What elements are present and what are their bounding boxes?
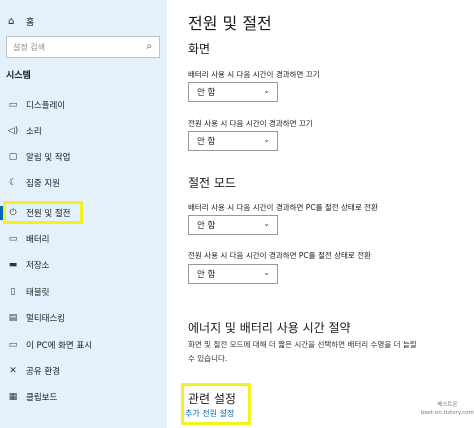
home-icon: ⌂	[8, 15, 15, 27]
chevron-down-icon: ⌄	[263, 135, 270, 144]
watermark-line: 베스트온	[437, 402, 458, 408]
screen-plugged-label: 전원 사용 시 다음 시간이 경과하면 끄기	[188, 119, 313, 128]
dropdown-value: 안 함	[197, 88, 216, 98]
sidebar: ⌂ 홈 설정 검색 ⌕ 시스템 ▭ 디스플레이 ◁) 소리 ▢ 알림 및 작업 …	[0, 0, 167, 428]
power-item-highlight	[3, 201, 83, 224]
sidebar-item-sound[interactable]: ◁) 소리	[0, 120, 167, 142]
sidebar-item-label: 집중 지원	[26, 179, 60, 189]
energy-description: 화면 및 절전 모드에 대해 더 짧은 시간을 선택하면 배터리 수명을 더 늘…	[188, 338, 450, 366]
sidebar-item-label: 이 PC에 화면 표시	[26, 341, 93, 351]
chevron-down-icon: ⌄	[263, 219, 270, 228]
sidebar-item-label: 디스플레이	[26, 101, 66, 111]
sidebar-item-label: 알림 및 작업	[26, 153, 71, 163]
sleep-plugged-label: 전원 사용 시 다음 시간이 경과하면 PC를 절전 상태로 전환	[188, 251, 372, 260]
watermark-line: best-on.tistory.com	[421, 410, 474, 416]
sidebar-home[interactable]: ⌂ 홈	[8, 14, 34, 28]
sidebar-item-multitasking[interactable]: ▤ 멀티태스킹	[0, 307, 167, 329]
sidebar-item-label: 소리	[26, 127, 42, 137]
sidebar-item-label: 저장소	[26, 261, 50, 271]
related-settings-highlight	[181, 383, 251, 425]
focus-assist-icon: ☾	[8, 178, 18, 188]
search-input[interactable]: 설정 검색	[13, 42, 45, 53]
screen-plugged-dropdown[interactable]: 안 함 ⌄	[188, 131, 278, 151]
sidebar-item-display[interactable]: ▭ 디스플레이	[0, 94, 167, 116]
chevron-down-icon: ⌄	[263, 86, 270, 95]
shared-experiences-icon: ✕	[9, 366, 17, 376]
sound-icon: ◁)	[7, 126, 19, 136]
chevron-down-icon: ⌄	[263, 268, 270, 277]
sidebar-item-battery[interactable]: ▭ 배터리	[0, 228, 167, 250]
display-icon: ▭	[8, 100, 18, 110]
battery-icon: ▭	[8, 234, 18, 244]
sidebar-item-project[interactable]: ▭ 이 PC에 화면 표시	[0, 334, 167, 356]
sidebar-item-clipboard[interactable]: ▦ 클립보드	[0, 386, 167, 408]
sidebar-item-notifications[interactable]: ▢ 알림 및 작업	[0, 146, 167, 168]
tablet-icon: ▯	[10, 287, 16, 297]
sleep-plugged-dropdown[interactable]: 안 함 ⌄	[188, 264, 278, 284]
notifications-icon: ▢	[8, 152, 18, 162]
sleep-heading: 절전 모드	[188, 176, 236, 190]
sidebar-item-label: 클립보드	[26, 393, 58, 403]
sidebar-item-label: 공유 환경	[26, 367, 60, 377]
sidebar-item-label: 배터리	[26, 235, 50, 245]
energy-heading: 에너지 및 배터리 사용 시간 절약	[188, 321, 351, 335]
dropdown-value: 안 함	[197, 270, 216, 280]
sidebar-item-label: 멀티태스킹	[26, 314, 66, 324]
sidebar-item-focus-assist[interactable]: ☾ 집중 지원	[0, 172, 167, 194]
dropdown-value: 안 함	[197, 221, 216, 231]
page-title: 전원 및 절전	[188, 14, 272, 33]
sleep-battery-label: 배터리 사용 시 다음 시간이 경과하면 PC를 절전 상태로 전환	[188, 203, 378, 212]
energy-description-line: 수 있습니다.	[188, 354, 228, 363]
dropdown-value: 안 함	[197, 137, 216, 147]
energy-description-line: 화면 및 절전 모드에 대해 더 짧은 시간을 선택하면 배터리 수명을 더 늘…	[188, 340, 417, 349]
sidebar-item-shared-experiences[interactable]: ✕ 공유 환경	[0, 360, 167, 382]
sidebar-item-tablet[interactable]: ▯ 태블릿	[0, 281, 167, 303]
main-content: 전원 및 절전 화면 배터리 사용 시 다음 시간이 경과하면 끄기 안 함 ⌄…	[167, 0, 474, 428]
search-icon: ⌕	[146, 41, 152, 52]
search-box[interactable]: 설정 검색 ⌕	[6, 36, 160, 58]
sidebar-item-storage[interactable]: ▬ 저장소	[0, 254, 167, 276]
screen-battery-label: 배터리 사용 시 다음 시간이 경과하면 끄기	[188, 70, 320, 79]
project-icon: ▭	[8, 340, 18, 350]
screen-heading: 화면	[188, 42, 211, 56]
multitasking-icon: ▤	[8, 313, 18, 323]
clipboard-icon: ▦	[8, 392, 18, 402]
sidebar-item-label: 태블릿	[26, 288, 50, 298]
home-label: 홈	[26, 17, 35, 28]
sleep-battery-dropdown[interactable]: 안 함 ⌄	[188, 215, 278, 235]
screen-battery-dropdown[interactable]: 안 함 ⌄	[188, 82, 278, 102]
sidebar-section-title: 시스템	[6, 71, 31, 81]
storage-icon: ▬	[8, 260, 18, 270]
watermark: 베스트온 best-on.tistory.com	[421, 401, 474, 417]
